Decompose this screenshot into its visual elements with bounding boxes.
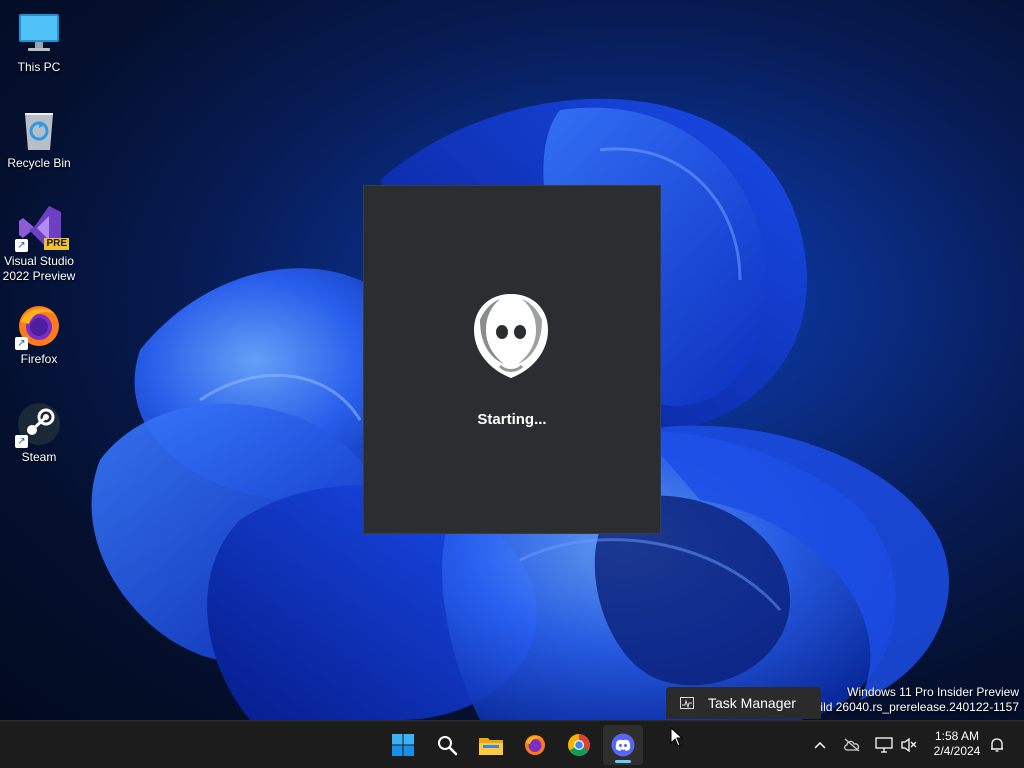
firefox-taskbar-button[interactable] [515,725,555,765]
notification-bell-icon [991,738,1003,752]
desktop-icon-label: Recycle Bin [7,156,71,170]
clock-time: 1:58 AM [934,729,980,743]
taskbar: 1:58 AM 2/4/2024 [0,720,1024,768]
task-manager-tooltip[interactable]: Task Manager [666,687,821,719]
desktop-icon-this-pc[interactable]: This PC [2,10,76,75]
tooltip-label: Task Manager [708,695,796,711]
chevron-up-icon [814,741,826,749]
file-explorer-icon [479,738,503,755]
clock-date: 2/4/2024 [933,744,981,758]
desktop-icon-steam[interactable]: ↗ Steam [2,400,76,465]
taskbar-clock[interactable]: 1:58 AM 2/4/2024 [925,729,989,759]
shortcut-arrow-icon: ↗ [15,435,28,448]
desktop-icon-firefox[interactable]: ↗ Firefox [2,302,76,367]
file-explorer-button[interactable] [471,725,511,765]
desktop-wallpaper[interactable]: This PC Recycle Bin PRE ↗ Visual Studio … [0,0,1024,720]
steam-icon: ↗ [15,400,63,448]
firefox-icon [525,735,545,755]
start-button[interactable] [383,725,423,765]
search-icon [438,736,458,756]
shortcut-arrow-icon: ↗ [15,337,28,350]
splash-status-text: Starting... [477,411,547,428]
watermark-build: Build 26040.rs_prerelease.240122-1157 [805,700,1019,714]
volume-muted-icon [901,737,917,753]
onedrive-status-button[interactable] [842,735,862,755]
discord-icon [611,733,635,757]
search-button[interactable] [427,725,467,765]
windows-build-watermark: Windows 11 Pro Insider Preview Build 260… [806,685,1019,715]
desktop-icon-label-line2: 2022 Preview [2,269,76,283]
firefox-icon: ↗ [15,302,63,350]
discord-taskbar-button[interactable] [603,725,643,765]
cloud-offline-icon [844,738,860,752]
preview-badge: PRE [44,238,69,250]
shortcut-arrow-icon: ↗ [15,239,28,252]
mouse-cursor-icon [670,727,684,747]
notifications-button[interactable] [987,735,1007,755]
desktop-icon-label: This PC [17,60,61,74]
desktop-icon-label-line1: Visual Studio [4,254,74,268]
discord-splash-window[interactable]: Starting... [363,185,661,534]
monitor-icon [15,10,63,58]
desktop-icon-visual-studio[interactable]: PRE ↗ Visual Studio 2022 Preview [2,204,76,284]
start-icon [392,734,414,756]
network-icon [875,737,893,753]
network-button[interactable] [874,735,894,755]
desktop-icon-recycle-bin[interactable]: Recycle Bin [2,106,76,171]
active-app-indicator [615,760,631,763]
discord-logo-icon [474,294,548,378]
desktop-icon-label: Steam [21,450,57,464]
volume-button[interactable] [899,735,919,755]
chrome-taskbar-button[interactable] [559,725,599,765]
desktop-icon-label: Firefox [20,352,58,366]
watermark-edition: Windows 11 Pro Insider Preview [847,685,1019,699]
recycle-bin-icon [15,106,63,154]
show-hidden-icons-button[interactable] [810,735,830,755]
visual-studio-icon: PRE ↗ [15,204,69,252]
chrome-icon [568,734,590,756]
task-manager-icon [680,697,694,709]
